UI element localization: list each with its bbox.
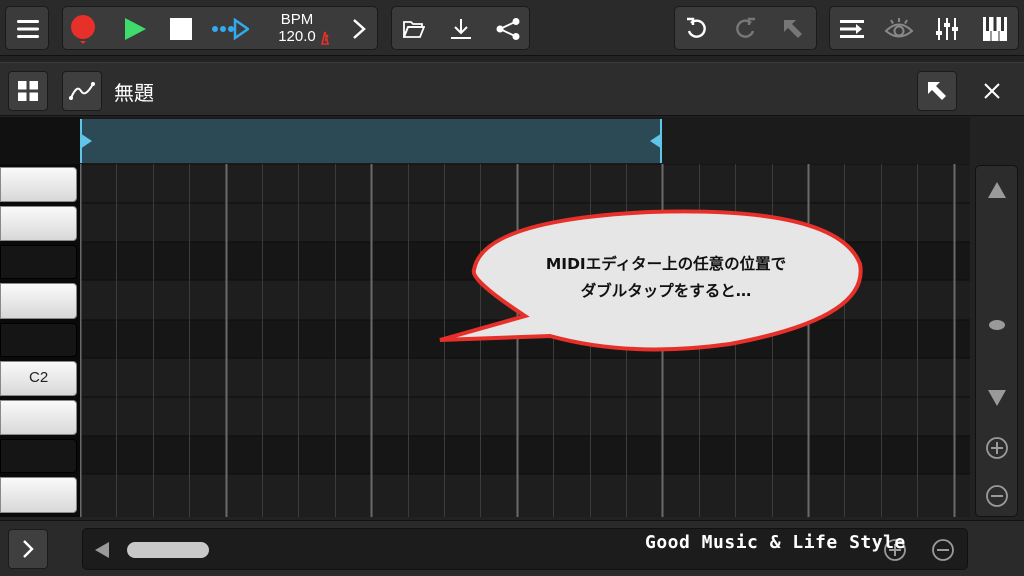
folder-icon — [403, 21, 425, 38]
zoom-out-icon[interactable] — [931, 538, 955, 562]
loop-button[interactable] — [207, 7, 253, 51]
close-button[interactable] — [972, 71, 1012, 111]
undo-icon — [687, 17, 706, 38]
play-icon — [125, 18, 146, 40]
chevron-right-icon — [23, 540, 34, 558]
zoom-out-icon[interactable] — [985, 484, 1009, 508]
piano-icon — [983, 17, 1007, 41]
loop-start-marker[interactable] — [80, 133, 92, 149]
play-button[interactable] — [115, 7, 155, 51]
piano-key[interactable] — [0, 283, 77, 319]
editor-header: 無題 — [0, 62, 1024, 116]
select-arrow-icon — [928, 82, 946, 100]
vertical-scroller — [975, 165, 1018, 517]
metronome-icon[interactable] — [320, 31, 330, 45]
bottom-bar: Good Music & Life Style — [0, 520, 1024, 576]
transport-group: BPM 120.0 — [62, 6, 378, 50]
stop-button[interactable] — [161, 7, 201, 51]
menu-icon — [6, 7, 50, 51]
share-button[interactable] — [486, 7, 530, 51]
scroll-up-icon[interactable] — [988, 182, 1006, 198]
eye-icon — [884, 18, 914, 38]
mixer-button[interactable] — [925, 7, 969, 51]
sliders-icon — [936, 18, 958, 40]
grid-row — [80, 397, 970, 436]
clip-title: 無題 — [114, 81, 154, 105]
bpm-value: 120.0 — [278, 28, 316, 45]
piano-key[interactable] — [0, 400, 77, 435]
callout-text: MIDIエディター上の任意の位置で ダブルタップをすると… — [470, 251, 862, 305]
horizontal-thumb[interactable] — [127, 542, 209, 558]
edit-group — [674, 6, 817, 50]
select-tool-button[interactable] — [917, 71, 957, 111]
callout-line-1: MIDIエディター上の任意の位置で — [545, 255, 787, 273]
download-icon — [451, 19, 471, 39]
close-icon — [984, 83, 1000, 99]
file-group — [391, 6, 530, 50]
piano-keyboard: C2 — [0, 164, 80, 517]
view-button[interactable] — [877, 7, 921, 51]
export-button[interactable] — [439, 7, 483, 51]
automation-curve-icon — [69, 82, 95, 100]
redo-button[interactable] — [723, 7, 767, 51]
piano-key[interactable] — [0, 245, 77, 279]
redo-icon — [736, 17, 755, 38]
vertical-thumb[interactable] — [988, 320, 1006, 330]
grid-row — [80, 436, 970, 474]
bpm-label: BPM — [280, 11, 314, 28]
piano-key[interactable] — [0, 206, 77, 241]
record-button[interactable] — [63, 7, 103, 51]
menu-button[interactable] — [5, 6, 49, 50]
grid-row — [80, 358, 970, 397]
grid-view-button[interactable] — [8, 71, 48, 111]
transport-more-button[interactable] — [343, 7, 375, 51]
piano-key[interactable] — [0, 439, 77, 473]
view-group — [829, 6, 1019, 50]
piano-key-c2[interactable]: C2 — [0, 361, 77, 396]
watermark-text: Good Music & Life Style — [645, 532, 906, 553]
key-label: C2 — [29, 369, 49, 386]
bpm-display[interactable]: BPM 120.0 — [269, 11, 325, 45]
pointer-icon — [784, 20, 802, 38]
grid-icon — [18, 81, 38, 101]
grid-row — [80, 474, 970, 517]
mixer-list-icon — [840, 20, 864, 38]
undo-button[interactable] — [675, 7, 719, 51]
tracks-button[interactable] — [830, 7, 874, 51]
keyboard-button[interactable] — [973, 7, 1017, 51]
grid-row — [80, 164, 970, 203]
automation-button[interactable] — [62, 71, 102, 111]
pointer-button[interactable] — [771, 7, 815, 51]
record-icon — [71, 15, 95, 44]
loop-icon — [212, 18, 249, 40]
chevron-right-icon — [353, 19, 366, 39]
open-button[interactable] — [392, 7, 436, 51]
loop-end-marker[interactable] — [650, 133, 662, 149]
zoom-in-icon[interactable] — [985, 436, 1009, 460]
scroll-left-icon[interactable] — [95, 542, 109, 558]
piano-key[interactable] — [0, 323, 77, 357]
piano-key[interactable] — [0, 477, 77, 513]
expand-panel-button[interactable] — [8, 529, 48, 569]
scroll-down-icon[interactable] — [988, 390, 1006, 406]
stop-icon — [170, 18, 192, 40]
share-icon — [496, 18, 520, 40]
top-toolbar: BPM 120.0 — [0, 0, 1024, 56]
piano-key[interactable] — [0, 167, 77, 202]
loop-region[interactable] — [80, 119, 662, 163]
callout-line-2: ダブルタップをすると… — [580, 282, 752, 300]
